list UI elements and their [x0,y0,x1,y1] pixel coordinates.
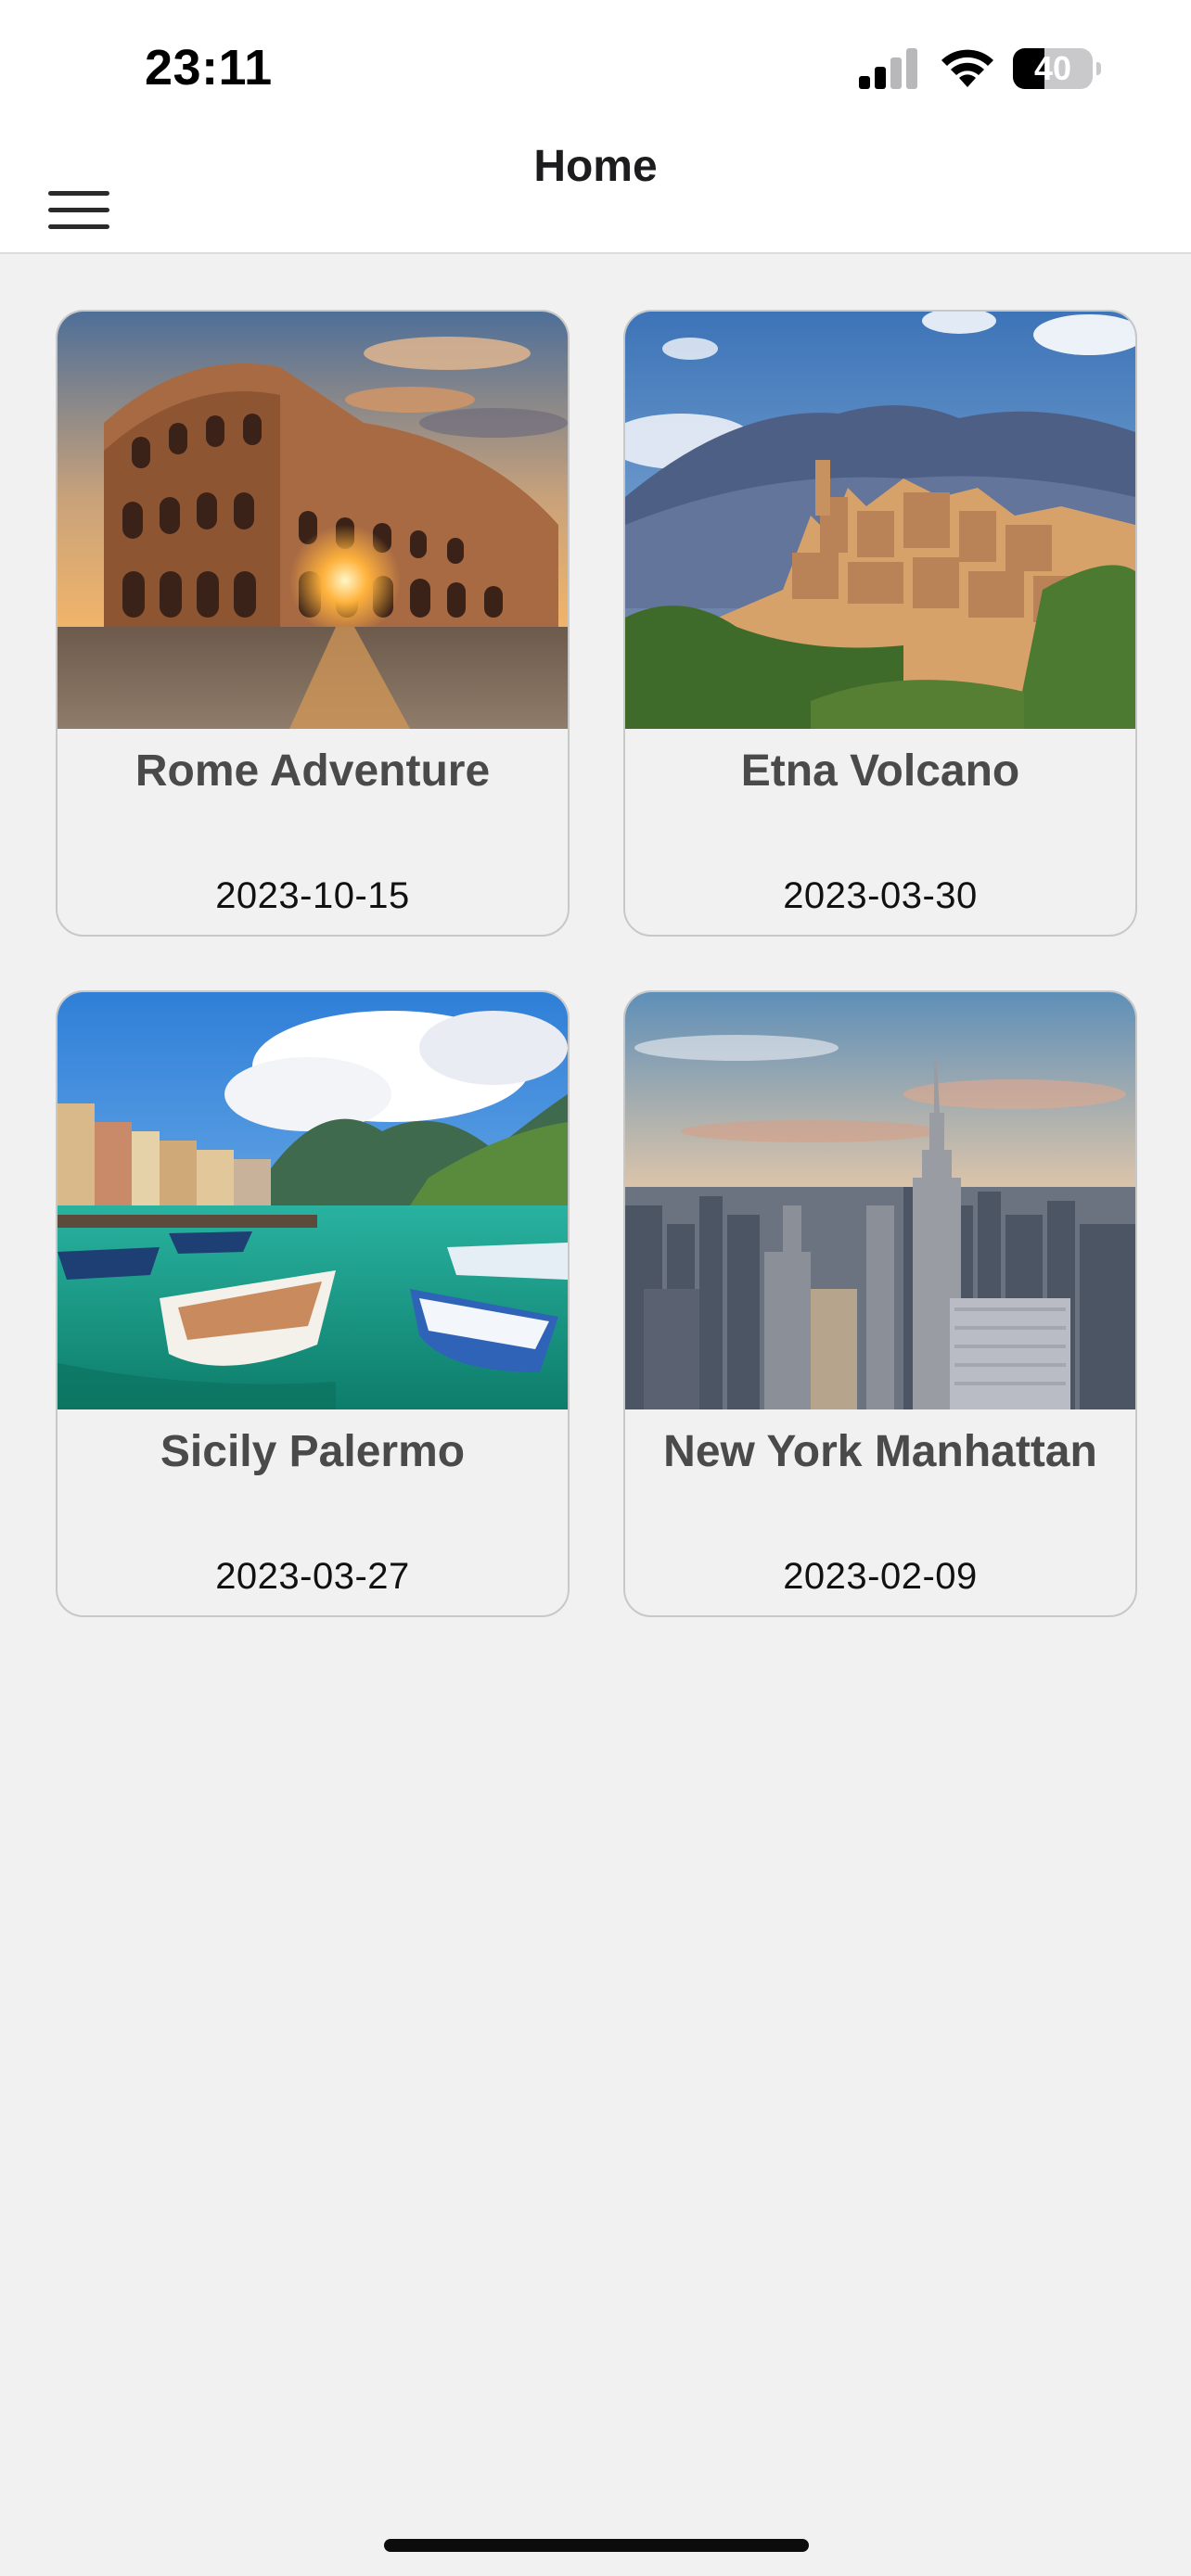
colosseum-sunset-photo [58,312,568,729]
trip-date: 2023-02-09 [783,1556,978,1597]
battery-body: 40 [1013,48,1093,89]
trip-card-etna[interactable]: Etna Volcano 2023-03-30 [623,310,1137,937]
trip-grid: Rome Adventure 2023-10-15 Etna Volcano 2… [0,254,1191,2480]
menu-line [48,191,109,196]
trip-title: Rome Adventure [134,746,491,796]
home-indicator[interactable] [384,2539,809,2552]
status-bar: 23:11 40 [0,0,1191,130]
trip-title: Sicily Palermo [160,1427,466,1476]
cellular-signal-icon [859,48,917,89]
menu-line [48,208,109,212]
trip-card-rome[interactable]: Rome Adventure 2023-10-15 [56,310,570,937]
trip-title: New York Manhattan [663,1427,1097,1476]
menu-line [48,224,109,229]
harbor-boats-photo [58,992,568,1409]
nav-bar: Home [0,130,1191,254]
status-time: 23:11 [145,40,273,96]
battery-icon: 40 [1013,48,1102,89]
trip-title: Etna Volcano [740,746,1020,796]
wifi-icon [941,49,993,87]
trip-card-palermo[interactable]: Sicily Palermo 2023-03-27 [56,990,570,1617]
battery-cap [1096,62,1101,75]
hamburger-menu-icon[interactable] [39,167,117,237]
trip-date: 2023-03-30 [783,875,978,916]
trip-date: 2023-10-15 [215,875,410,916]
battery-level: 40 [1033,49,1072,87]
manhattan-skyline-photo [625,992,1135,1409]
trip-card-new-york[interactable]: New York Manhattan 2023-02-09 [623,990,1137,1617]
sicilian-hill-town-photo [625,312,1135,729]
page-title: Home [533,142,658,191]
trip-date: 2023-03-27 [215,1556,410,1597]
